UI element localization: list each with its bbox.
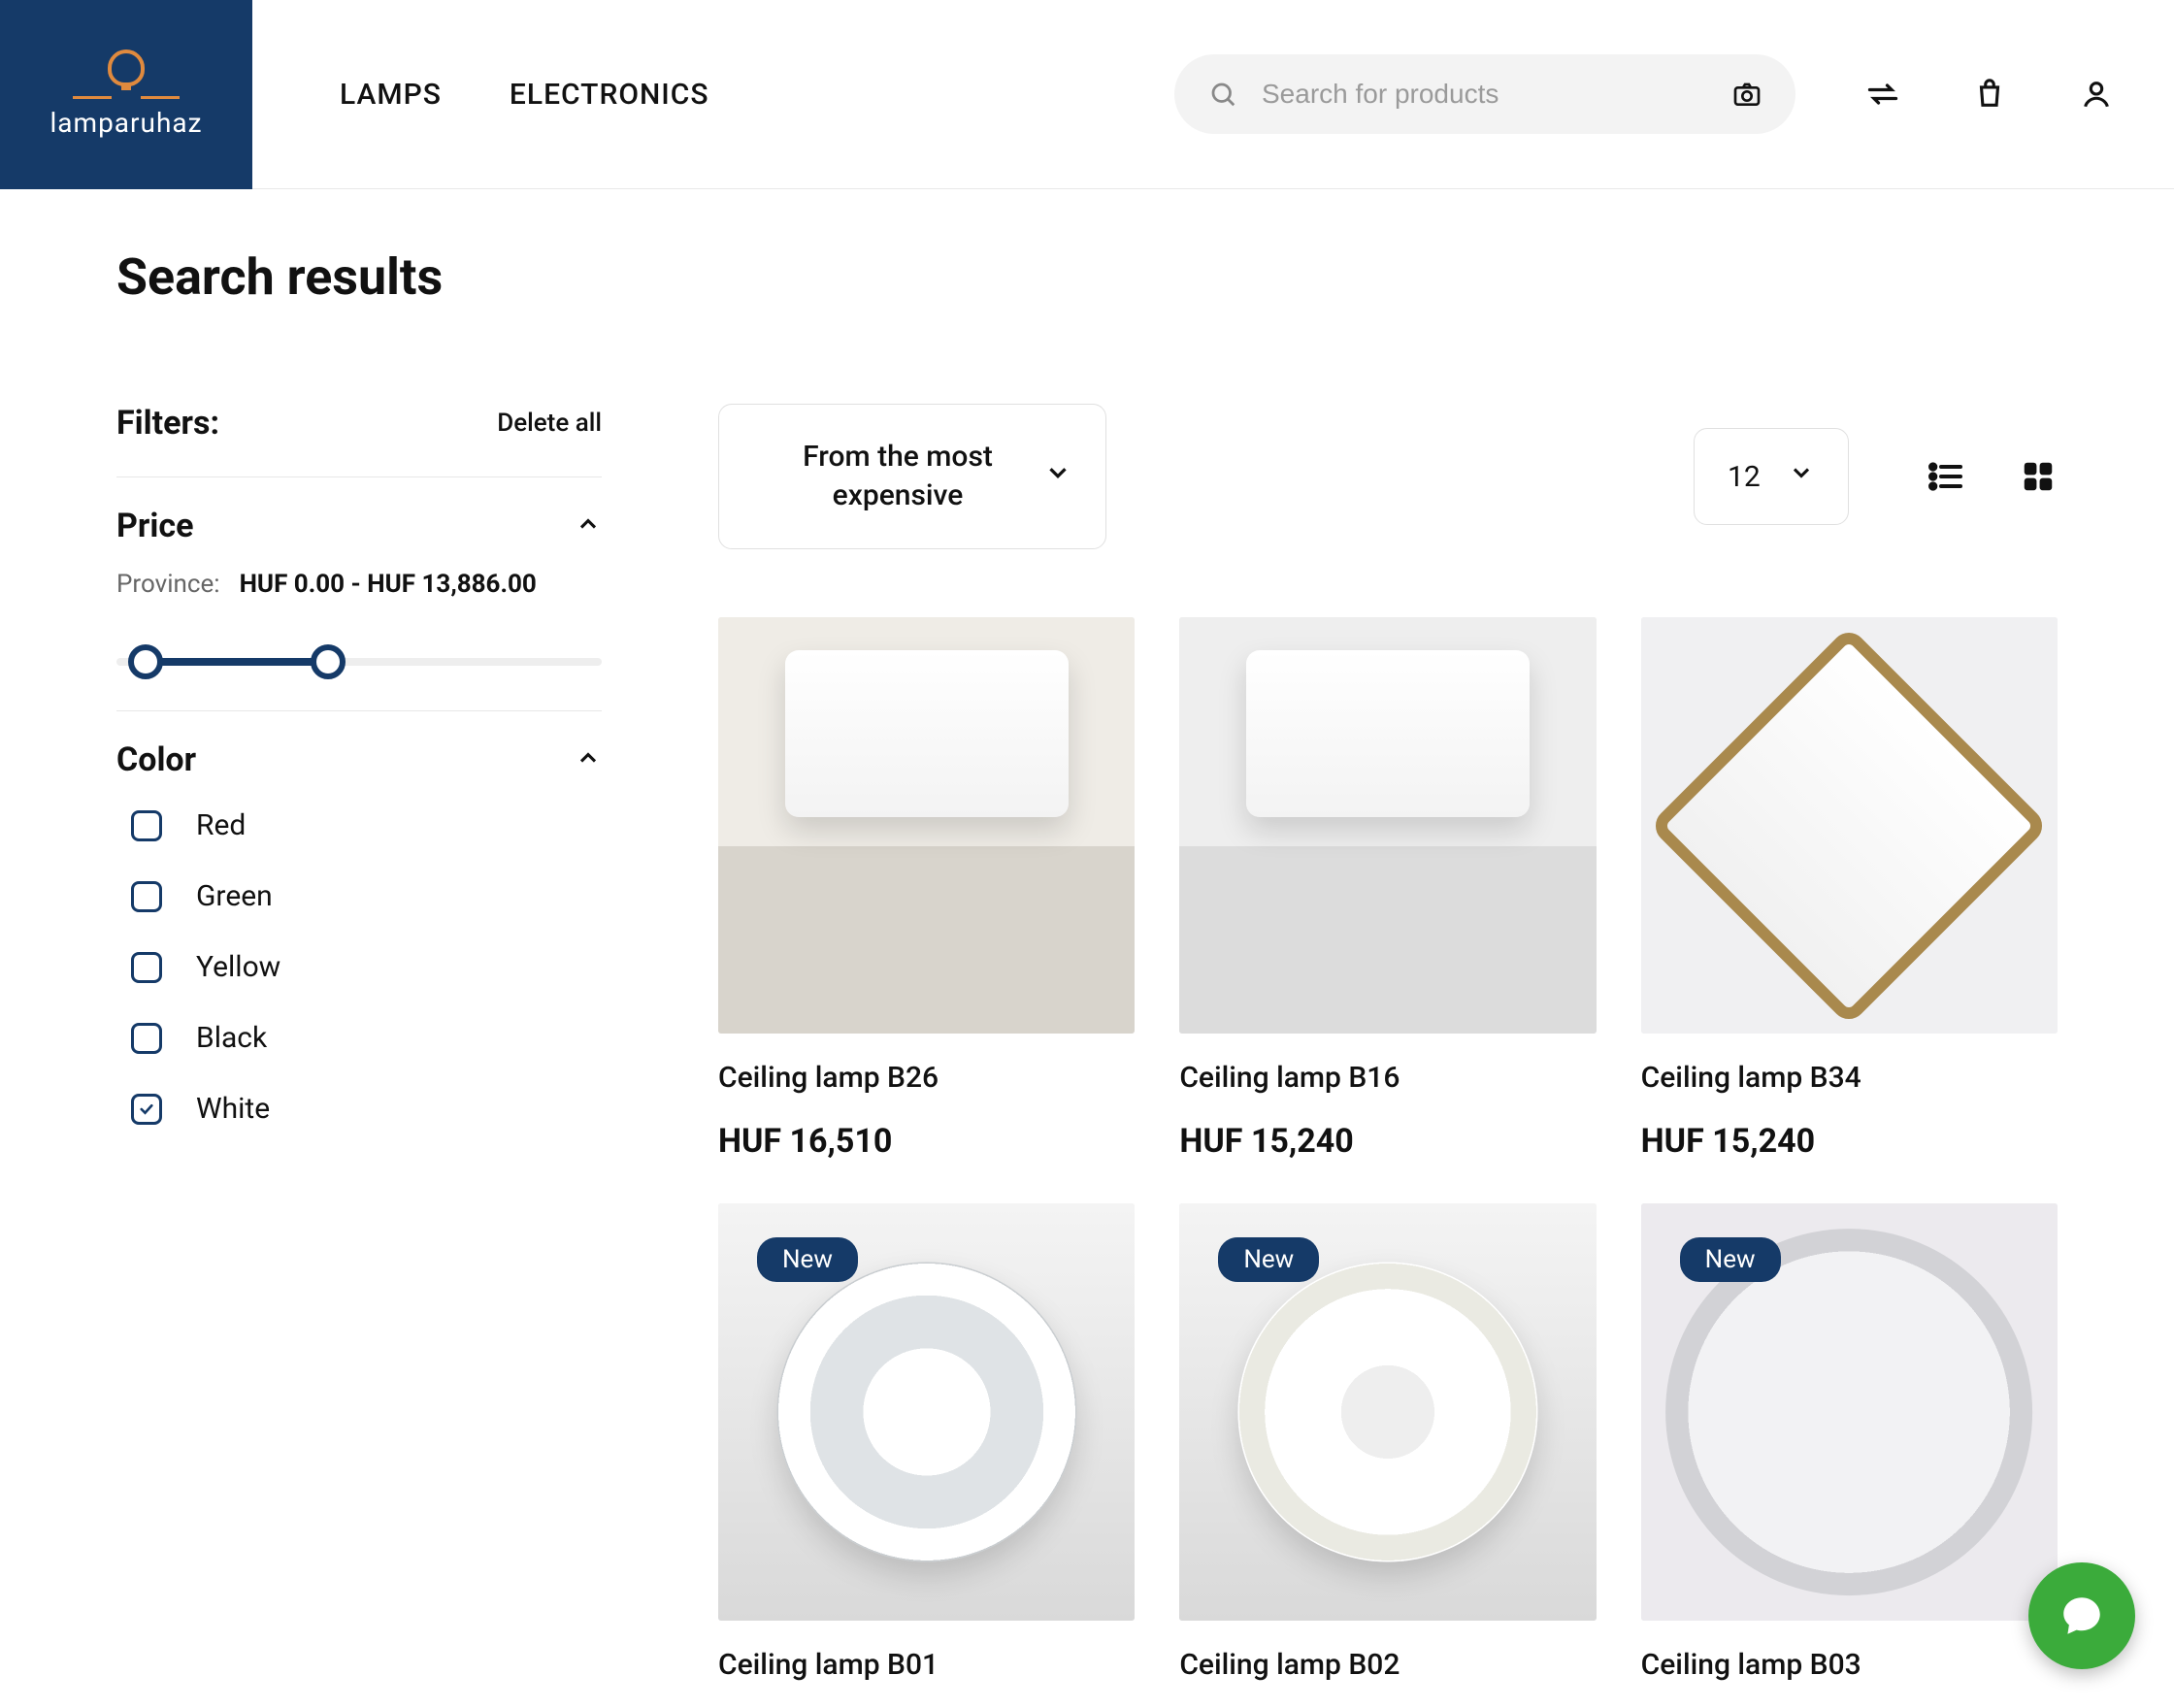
color-label: Yellow [196,950,280,984]
product-name: Ceiling lamp B16 [1179,1061,1596,1095]
search-bar[interactable] [1174,54,1795,134]
product-image [1179,617,1596,1034]
grid-view-icon[interactable] [2019,457,2058,496]
chevron-down-icon [1043,458,1072,495]
product-image: New [718,1203,1135,1620]
new-badge: New [1218,1237,1319,1282]
product-name: Ceiling lamp B34 [1641,1061,2058,1095]
filter-color: Color Red Green Yellow Black White [116,711,602,1155]
chat-button[interactable] [2028,1562,2135,1669]
checkbox-icon [131,810,162,841]
product-grid: Ceiling lamp B26 HUF 16,510 Ceiling lamp… [718,617,2058,1682]
color-option-yellow[interactable]: Yellow [131,950,602,984]
checkbox-icon [131,881,162,912]
logo-decor [73,96,180,99]
chevron-down-icon [1788,459,1815,494]
color-label: Black [196,1021,267,1055]
product-name: Ceiling lamp B02 [1179,1648,1596,1682]
search-icon [1203,75,1242,114]
header-actions [1863,75,2116,114]
product-price: HUF 15,240 [1179,1122,1596,1161]
sort-label: From the most expensive [752,438,1043,516]
color-label: White [196,1092,270,1126]
chevron-up-icon [575,744,602,775]
list-view-icon[interactable] [1927,457,1965,496]
product-name: Ceiling lamp B26 [718,1061,1135,1095]
page-size-select[interactable]: 12 [1694,428,1849,525]
user-icon[interactable] [2077,75,2116,114]
product-card[interactable]: New Ceiling lamp B03 [1641,1203,2058,1681]
product-image: New [1179,1203,1596,1620]
filter-price-toggle[interactable]: Price [116,507,602,545]
slider-handle-max[interactable] [311,644,346,679]
clear-filters-button[interactable]: Delete all [497,409,602,438]
product-name: Ceiling lamp B01 [718,1648,1135,1682]
price-province-label: Province: [116,570,220,599]
brand-logo[interactable]: lamparuhaz [0,0,252,189]
cart-icon[interactable] [1970,75,2009,114]
brand-name: lamparuhaz [49,107,202,139]
price-range-text: HUF 0.00 - HUF 13,886.00 [240,570,537,599]
new-badge: New [757,1237,858,1282]
product-name: Ceiling lamp B03 [1641,1648,2058,1682]
camera-icon[interactable] [1728,75,1766,114]
product-image [1641,617,2058,1034]
product-image [718,617,1135,1034]
product-card[interactable]: New Ceiling lamp B02 [1179,1203,1596,1681]
product-image: New [1641,1203,2058,1620]
search-input[interactable] [1262,79,1708,110]
results-area: From the most expensive 12 [718,404,2058,1682]
filters-heading: Filters: [116,404,219,443]
price-slider[interactable] [116,642,602,681]
filter-price: Price Province: HUF 0.00 - HUF 13,886.00 [116,477,602,711]
checkbox-icon [131,952,162,983]
color-option-green[interactable]: Green [131,879,602,913]
primary-nav: LAMPS ELECTRONICS [340,78,709,112]
product-card[interactable]: Ceiling lamp B26 HUF 16,510 [718,617,1135,1161]
slider-handle-min[interactable] [128,644,163,679]
filter-color-label: Color [116,740,196,779]
product-price: HUF 16,510 [718,1122,1135,1161]
compare-icon[interactable] [1863,75,1902,114]
bulb-icon [108,49,145,86]
new-badge: New [1680,1237,1781,1282]
filters-sidebar: Filters: Delete all Price Province: HUF … [116,404,602,1682]
page-size-value: 12 [1728,460,1761,494]
nav-electronics[interactable]: ELECTRONICS [510,78,709,112]
sort-select[interactable]: From the most expensive [718,404,1106,549]
filter-price-label: Price [116,507,193,545]
color-option-white[interactable]: White [131,1092,602,1126]
product-card[interactable]: Ceiling lamp B16 HUF 15,240 [1179,617,1596,1161]
results-toolbar: From the most expensive 12 [718,404,2058,549]
checkbox-icon [131,1094,162,1125]
product-card[interactable]: New Ceiling lamp B01 [718,1203,1135,1681]
color-option-red[interactable]: Red [131,808,602,842]
page-title: Search results [116,247,2058,307]
color-option-black[interactable]: Black [131,1021,602,1055]
product-card[interactable]: Ceiling lamp B34 HUF 15,240 [1641,617,2058,1161]
chevron-up-icon [575,510,602,542]
product-price: HUF 15,240 [1641,1122,2058,1161]
page-body: Search results Filters: Delete all Price… [0,189,2174,1682]
filter-color-toggle[interactable]: Color [116,740,602,779]
checkbox-icon [131,1023,162,1054]
color-label: Green [196,879,273,913]
site-header: lamparuhaz LAMPS ELECTRONICS [0,0,2174,189]
slider-fill [134,658,328,666]
color-label: Red [196,808,246,842]
nav-lamps[interactable]: LAMPS [340,78,442,112]
